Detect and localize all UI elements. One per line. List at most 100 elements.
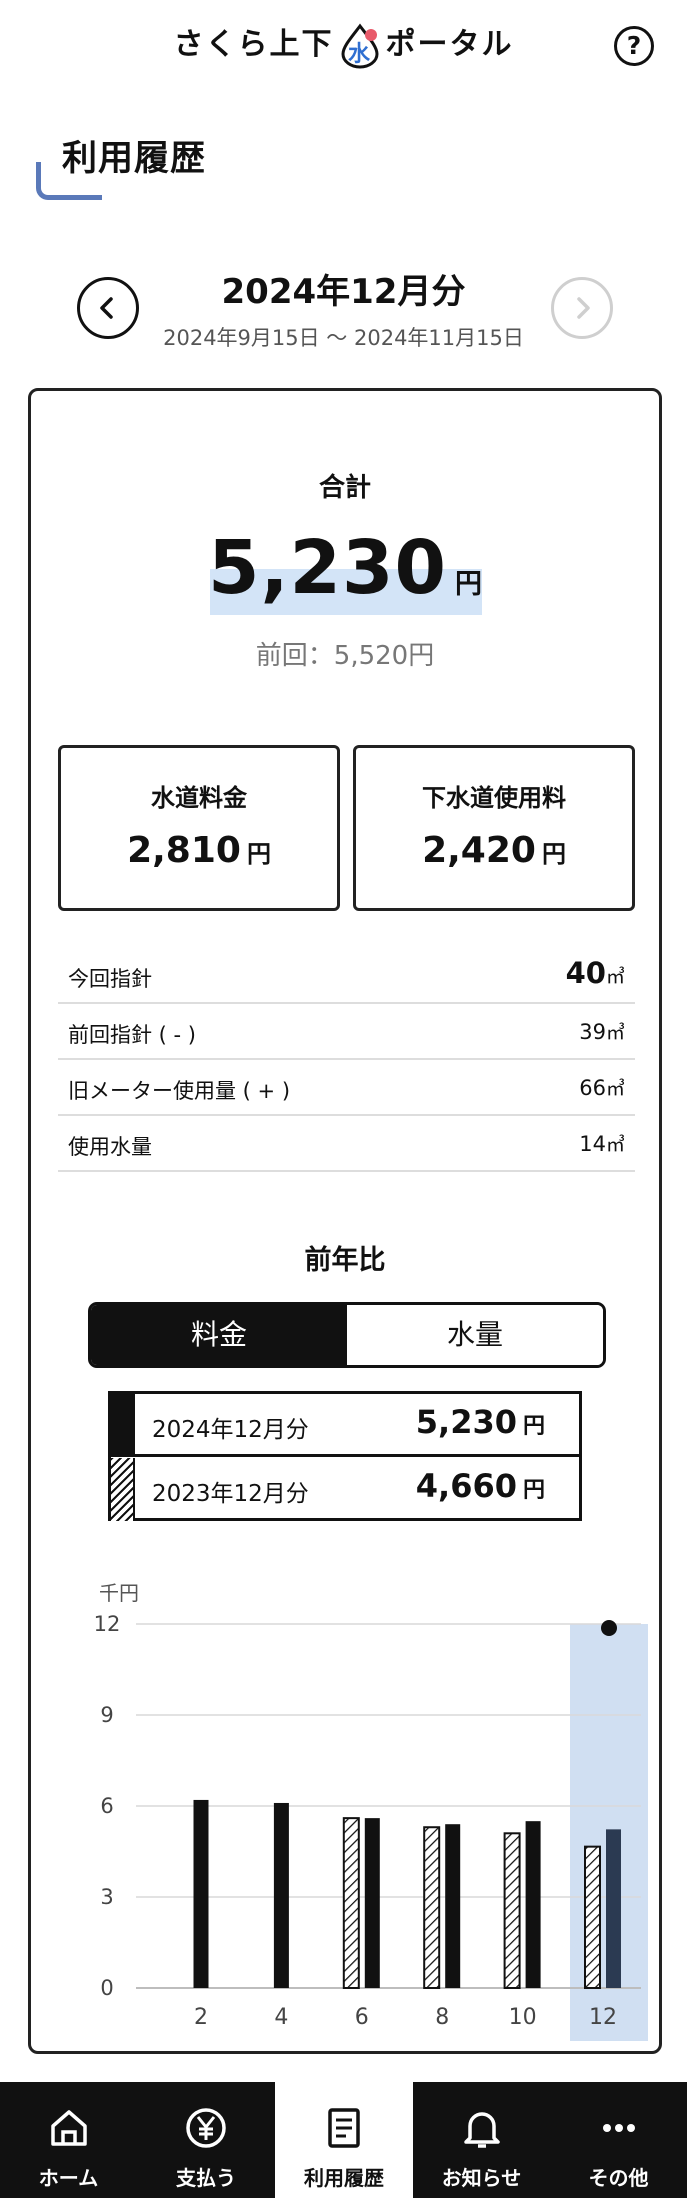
nav-usage-history[interactable]: 利用履歴: [275, 2082, 413, 2198]
meter-number: 66: [579, 1076, 606, 1100]
legend-name: 2023年12月分: [152, 1481, 309, 1507]
legend-swatch-hatched: [111, 1458, 135, 1521]
x-tick-label: 10: [509, 2005, 537, 2030]
toggle-fee-button[interactable]: 料金: [91, 1305, 347, 1365]
legend-swatch-solid: [111, 1394, 135, 1454]
nav-label: 利用履歴: [304, 2166, 384, 2190]
x-tick-label: 6: [355, 2005, 369, 2030]
total-amount-value: 5,230: [207, 525, 448, 611]
help-button[interactable]: ?: [614, 26, 654, 66]
app-header: さくら上下 水 ポータル ?: [0, 0, 687, 92]
legend-row-previous: 2023年12月分 4,660 円: [111, 1458, 579, 1521]
usage-bar-chart[interactable]: 千円 0 3 6 9 12 2 4 6 8 10 12: [61, 1541, 661, 2041]
yen-icon: [186, 2108, 226, 2148]
legend-value: 4,660 円: [416, 1467, 545, 1505]
app-logo[interactable]: さくら上下 水 ポータル: [0, 22, 687, 69]
total-amount-unit: 円: [455, 569, 483, 600]
legend-number: 4,660: [415, 1467, 517, 1505]
page-title-area: 利用履歴: [36, 130, 336, 205]
document-icon: [328, 2108, 360, 2148]
logo-text-right: ポータル: [385, 27, 514, 62]
logo-mark-text: 水: [347, 42, 371, 67]
meter-label: 旧メーター使用量 ( + ): [68, 1079, 291, 1103]
bottom-navigation: ホーム 支払う 利用履歴 お知らせ その他: [0, 2082, 687, 2198]
legend-value: 5,230 円: [416, 1403, 545, 1441]
water-fee-box: 水道料金 2,810 円: [58, 745, 340, 911]
water-fee-label: 水道料金: [151, 784, 247, 812]
bar-previous-year: [342, 1817, 360, 1989]
year-over-year-title: 前年比: [304, 1245, 386, 1276]
water-fee-amount: 2,810 円: [61, 830, 337, 871]
meter-unit: ㎥: [605, 1022, 625, 1044]
selection-marker: [601, 1620, 617, 1636]
y-tick-label: 0: [100, 1976, 113, 2000]
legend-name: 2024年12月分: [152, 1417, 309, 1443]
meter-number: 14: [579, 1132, 606, 1156]
meter-value: 66㎥: [579, 1074, 625, 1101]
water-drop-logo-icon: 水: [338, 23, 382, 69]
next-month-button[interactable]: [551, 277, 613, 339]
y-axis-label: 千円: [99, 1581, 139, 1605]
meter-number: 39: [579, 1020, 606, 1044]
meter-row-usage: 使用水量 14㎥: [58, 1116, 635, 1172]
legend-number: 5,230: [415, 1403, 517, 1441]
meter-number: 40: [565, 956, 606, 990]
previous-total: 前回：5,520円: [255, 641, 435, 671]
bar-current-year: [606, 1829, 621, 1988]
nav-home[interactable]: ホーム: [0, 2082, 137, 2198]
total-amount: 5,230 円: [31, 525, 659, 611]
nav-label: 支払う: [176, 2166, 236, 2190]
nav-label: その他: [588, 2166, 649, 2190]
help-icon: ?: [626, 31, 642, 60]
toggle-volume-button[interactable]: 水量: [347, 1305, 603, 1365]
home-icon: [50, 2110, 87, 2146]
chevron-right-icon: [577, 297, 590, 319]
nav-label: お知らせ: [441, 2166, 522, 2190]
meter-row-current: 今回指針 40㎥: [58, 948, 635, 1004]
meter-label: 今回指針: [68, 967, 152, 991]
x-tick-label: 12: [589, 2005, 617, 2030]
x-tick-label: 2: [194, 2005, 208, 2030]
nav-label: ホーム: [38, 2166, 99, 2190]
meter-row-old-meter: 旧メーター使用量 ( + ) 66㎥: [58, 1060, 635, 1116]
bar-current-year: [364, 1818, 380, 1988]
meter-value: 39㎥: [579, 1018, 625, 1045]
bar-previous-year: [584, 1845, 601, 1989]
y-tick-label: 9: [100, 1703, 113, 1727]
meter-row-previous: 前回指針 ( - ) 39㎥: [58, 1004, 635, 1060]
meter-label: 使用水量: [68, 1135, 152, 1159]
water-fee-unit: 円: [246, 840, 271, 868]
legend-unit: 円: [522, 1414, 545, 1439]
bar-current-year: [445, 1824, 461, 1988]
y-tick-label: 6: [100, 1794, 113, 1818]
x-tick-label: 4: [274, 2005, 288, 2030]
nav-notifications[interactable]: お知らせ: [413, 2082, 550, 2198]
meter-unit: ㎥: [605, 1078, 625, 1100]
sewer-fee-unit: 円: [541, 840, 566, 868]
bar-previous-year: [503, 1832, 521, 1989]
x-tick-label: 8: [435, 2005, 449, 2030]
meter-label: 前回指針 ( - ): [68, 1023, 196, 1047]
y-tick-label: 3: [100, 1885, 113, 1909]
nav-pay[interactable]: 支払う: [137, 2082, 275, 2198]
meter-unit: ㎥: [605, 1134, 625, 1156]
meter-value: 40㎥: [566, 956, 625, 990]
sewer-fee-value: 2,420: [422, 830, 536, 871]
legend-row-current: 2024年12月分 5,230 円: [111, 1394, 579, 1457]
bar-current-year: [273, 1802, 289, 1988]
sewer-fee-label: 下水道使用料: [422, 784, 566, 812]
meter-unit: ㎥: [605, 966, 625, 988]
sewer-fee-amount: 2,420 円: [356, 830, 632, 871]
nav-more[interactable]: その他: [550, 2082, 687, 2198]
bar-current-year: [193, 1799, 209, 1988]
sewer-fee-box: 下水道使用料 2,420 円: [353, 745, 635, 911]
bell-icon: [463, 2112, 500, 2148]
meter-reading-table: 今回指針 40㎥ 前回指針 ( - ) 39㎥ 旧メーター使用量 ( + ) 6…: [58, 948, 635, 1172]
y-tick-label: 12: [94, 1612, 121, 1636]
usage-card: 合計 5,230 円 前回：5,520円 水道料金 2,810 円 下水道使用料 2…: [28, 388, 662, 2054]
page: さくら上下 水 ポータル ? 利用履歴 2024年12月分 2024年9月15日…: [0, 0, 687, 2198]
page-title: 利用履歴: [62, 139, 207, 179]
meter-value: 14㎥: [579, 1130, 625, 1157]
total-label: 合計: [318, 473, 371, 503]
bar-current-year: [525, 1821, 541, 1988]
